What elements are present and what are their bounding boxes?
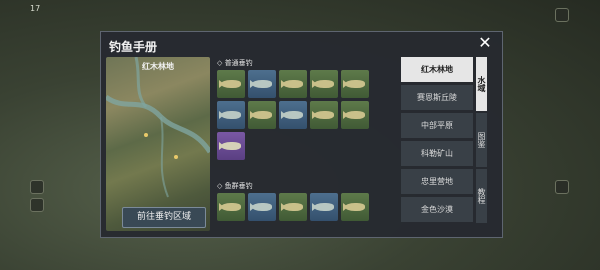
- fish-slot[interactable]: [248, 193, 276, 221]
- location-item[interactable]: 赛恩斯丘陵: [401, 85, 473, 110]
- map-icon[interactable]: [555, 180, 569, 194]
- fish-slot[interactable]: [310, 70, 338, 98]
- fish-slot[interactable]: [341, 101, 369, 129]
- fish-slot[interactable]: [217, 193, 245, 221]
- dialog-title: 钓鱼手册: [109, 40, 158, 54]
- location-item[interactable]: 忠里营地: [401, 169, 473, 194]
- fish-slot[interactable]: [279, 193, 307, 221]
- fish-slot[interactable]: [279, 70, 307, 98]
- fish-icon: [252, 203, 272, 211]
- fish-icon: [221, 111, 241, 119]
- fish-slot[interactable]: [217, 132, 245, 160]
- close-button[interactable]: ✕: [476, 34, 494, 52]
- fish-grid-normal: [217, 70, 369, 160]
- fish-slot[interactable]: [248, 101, 276, 129]
- fish-slot[interactable]: [310, 193, 338, 221]
- section-title-normal: ◇ 普通垂钓: [217, 59, 253, 67]
- region-map: 红木林地 前往垂钓区域: [106, 57, 210, 231]
- location-list: 红木林地赛恩斯丘陵中部平原科勒矿山忠里营地金色沙漠: [401, 57, 473, 225]
- fish-icon: [283, 80, 303, 88]
- fish-icon: [221, 80, 241, 88]
- fish-icon: [314, 111, 334, 119]
- side-tab[interactable]: 教程: [476, 169, 487, 223]
- fish-slot[interactable]: [341, 193, 369, 221]
- backpack-icon[interactable]: [30, 198, 44, 212]
- goto-fishing-area-button[interactable]: 前往垂钓区域: [122, 207, 206, 228]
- fish-slot[interactable]: [248, 70, 276, 98]
- fish-icon: [314, 203, 334, 211]
- side-tab[interactable]: 图鉴: [476, 113, 487, 167]
- side-tabs: 水域 图鉴 教程: [476, 57, 500, 225]
- fish-slot[interactable]: [217, 101, 245, 129]
- fish-grid-school: [217, 193, 369, 221]
- level-indicator: 17: [30, 4, 41, 13]
- fish-icon: [345, 111, 365, 119]
- fish-icon: [283, 111, 303, 119]
- fish-icon: [252, 111, 272, 119]
- map-river-icon: [106, 57, 210, 198]
- fish-icon: [345, 203, 365, 211]
- location-item[interactable]: 科勒矿山: [401, 141, 473, 166]
- side-tab[interactable]: 水域: [476, 57, 487, 111]
- location-item[interactable]: 金色沙漠: [401, 197, 473, 222]
- fish-icon: [252, 80, 272, 88]
- bag-icon[interactable]: [30, 180, 44, 194]
- location-item[interactable]: 红木林地: [401, 57, 473, 82]
- fish-icon: [283, 203, 303, 211]
- fish-slot[interactable]: [341, 70, 369, 98]
- fishing-manual-dialog: 钓鱼手册 ✕ 红木林地 前往垂钓区域 ◇ 普通垂钓 ◇ 鱼群垂钓 红木林地赛恩斯…: [100, 31, 503, 238]
- fish-slot[interactable]: [310, 101, 338, 129]
- section-title-school: ◇ 鱼群垂钓: [217, 182, 253, 190]
- fish-icon: [345, 80, 365, 88]
- fish-icon: [221, 203, 241, 211]
- fish-slot[interactable]: [217, 70, 245, 98]
- fish-slot[interactable]: [279, 101, 307, 129]
- settings-icon[interactable]: [555, 8, 569, 22]
- fish-icon: [221, 142, 241, 150]
- fish-icon: [314, 80, 334, 88]
- map-region-label: 红木林地: [142, 62, 174, 71]
- location-item[interactable]: 中部平原: [401, 113, 473, 138]
